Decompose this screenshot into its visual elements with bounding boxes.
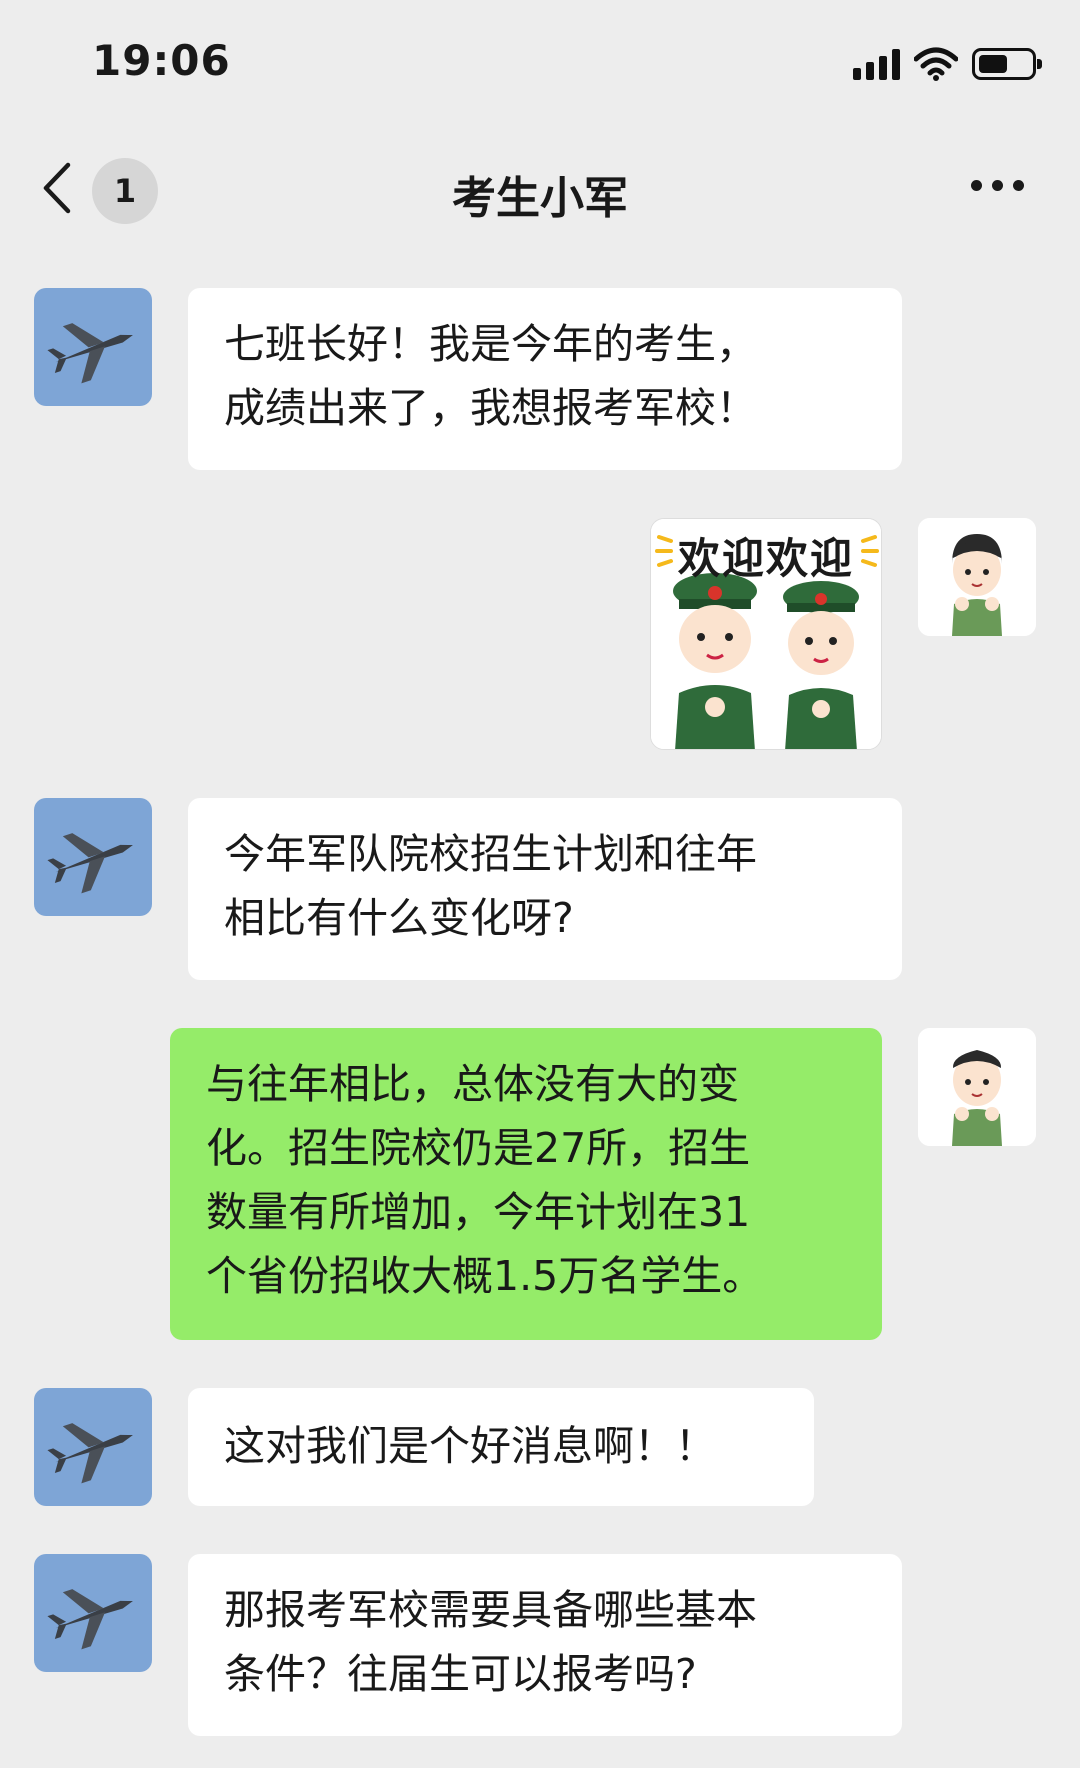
- welcome-sticker[interactable]: 欢迎欢迎: [650, 518, 882, 750]
- fighter-jet-avatar: [34, 798, 152, 916]
- status-time: 19:06: [92, 36, 231, 85]
- sticker-caption: 欢迎欢迎: [677, 534, 854, 583]
- chat-title: 考生小军: [452, 173, 628, 224]
- my-avatar[interactable]: [918, 1028, 1036, 1146]
- contact-avatar[interactable]: [34, 798, 152, 916]
- message-bubble[interactable]: 今年军队院校招生计划和往年 相比有什么变化呀?: [188, 798, 902, 980]
- my-avatar[interactable]: [918, 518, 1036, 636]
- contact-avatar[interactable]: [34, 1388, 152, 1506]
- more-dots-icon: [971, 180, 982, 191]
- fighter-jet-avatar: [34, 288, 152, 406]
- signal-icon: [853, 48, 900, 80]
- battery-icon: [972, 48, 1042, 80]
- fighter-jet-avatar: [34, 1554, 152, 1672]
- fighter-jet-avatar: [34, 1388, 152, 1506]
- wifi-icon: [914, 47, 958, 81]
- message-bubble[interactable]: 与往年相比，总体没有大的变 化。招生院校仍是27所，招生 数量有所增加，今年计划…: [170, 1028, 882, 1340]
- nav-bar: 1 考生小军: [0, 140, 1080, 236]
- more-button[interactable]: [971, 180, 1024, 191]
- message-bubble[interactable]: 七班长好！我是今年的考生， 成绩出来了，我想报考军校！: [188, 288, 902, 470]
- message-bubble[interactable]: 这对我们是个好消息啊！！: [188, 1388, 814, 1506]
- message-bubble[interactable]: 那报考军校需要具备哪些基本 条件？往届生可以报考吗?: [188, 1554, 902, 1736]
- soldier-avatar: [918, 518, 1036, 636]
- contact-avatar[interactable]: [34, 288, 152, 406]
- soldier-avatar: [918, 1028, 1036, 1146]
- contact-avatar[interactable]: [34, 1554, 152, 1672]
- status-bar: 19:06: [0, 0, 1080, 120]
- status-icons: [853, 44, 1042, 84]
